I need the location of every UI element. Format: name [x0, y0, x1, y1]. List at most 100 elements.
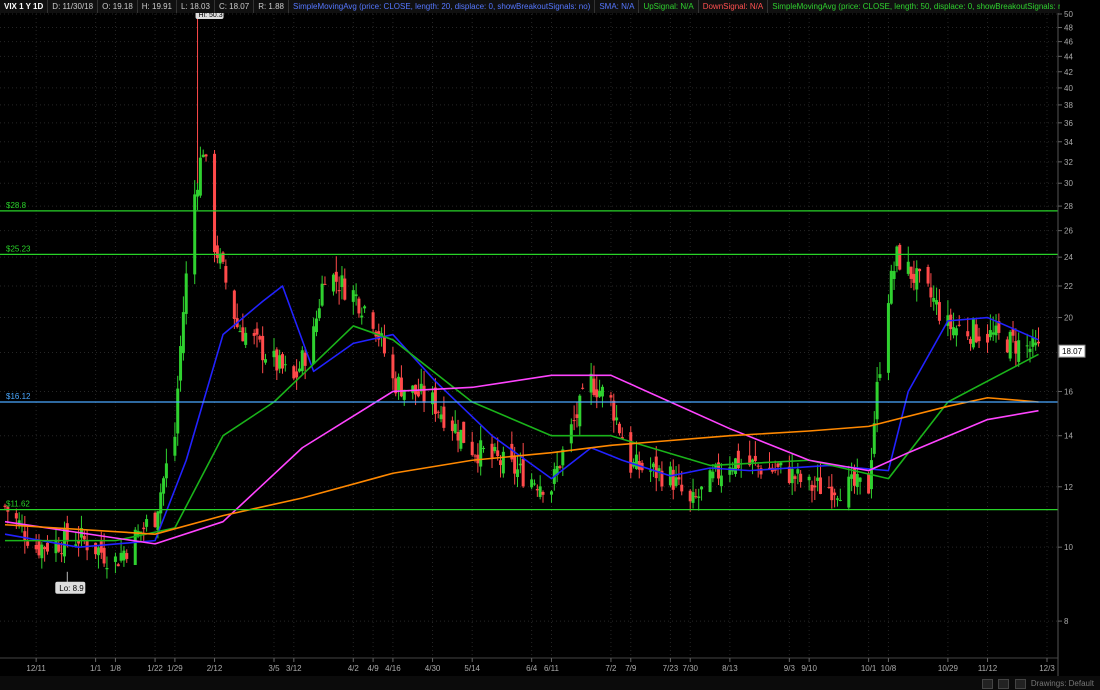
candle-body-down — [490, 443, 494, 458]
candle-body-down — [974, 324, 978, 343]
candle-body-up — [1008, 331, 1012, 359]
candle-body-up — [351, 290, 355, 302]
candle-body-up — [156, 511, 160, 531]
pencil-icon[interactable] — [982, 679, 994, 689]
candle-body-down — [926, 266, 930, 284]
candle-body-down — [153, 512, 157, 527]
symbol-label[interactable]: VIX 1 Y 1D — [0, 0, 49, 13]
candle-body-down — [399, 377, 403, 397]
candle-body-down — [813, 485, 817, 488]
candle-body-up — [615, 417, 619, 421]
candle-body-up — [886, 303, 890, 373]
chart-header: VIX 1 Y 1D D: 11/30/18 O: 19.18 H: 19.91… — [0, 0, 1060, 13]
sma50-study-label[interactable]: SimpleMovingAvg (price: CLOSE, length: 5… — [768, 0, 1060, 13]
candle-body-down — [909, 266, 913, 279]
candle-body-down — [694, 496, 698, 498]
candle-body-down — [1014, 341, 1018, 354]
candle-body-down — [949, 314, 953, 330]
candle-body-up — [314, 318, 318, 333]
candle-body-down — [23, 531, 27, 541]
candle-body-up — [530, 479, 534, 488]
drawings-selector[interactable]: Drawings: Default — [982, 679, 1094, 689]
candle-body-down — [213, 153, 217, 253]
candle-body-up — [657, 468, 661, 472]
candle-body-down — [37, 541, 41, 556]
candle-body-up — [816, 477, 820, 481]
candle-body-down — [575, 414, 579, 418]
candle-body-up — [62, 528, 66, 557]
candle-body-down — [337, 290, 341, 292]
candle-body-down — [918, 268, 922, 272]
candle-body-up — [238, 331, 242, 333]
candle-body-up — [734, 458, 738, 474]
range-label: R: 1.88 — [254, 0, 289, 13]
candle-body-up — [892, 271, 896, 280]
y-tick-label: 40 — [1064, 84, 1073, 93]
candle-body-up — [700, 486, 704, 490]
candle-body-down — [671, 469, 675, 490]
candle-body-up — [179, 346, 183, 381]
candle-body-down — [258, 336, 262, 340]
candle-body-down — [793, 476, 797, 479]
candle-body-down — [572, 420, 576, 422]
sma20-study-label[interactable]: SimpleMovingAvg (price: CLOSE, length: 2… — [289, 0, 596, 13]
hi-label: Hi: 50.3 — [199, 12, 223, 19]
candle-body-down — [535, 489, 539, 491]
candle-body-down — [275, 349, 279, 371]
candle-body-up — [935, 300, 939, 305]
candle-body-up — [317, 308, 321, 319]
y-tick-label: 34 — [1064, 138, 1073, 147]
candle-body-up — [875, 381, 879, 420]
candle-body-down — [323, 283, 327, 285]
candle-body-down — [215, 245, 219, 259]
candle-body-down — [416, 391, 420, 397]
candle-body-up — [578, 395, 582, 427]
candle-body-down — [1005, 339, 1009, 353]
candle-body-down — [799, 473, 803, 482]
candle-body-down — [969, 338, 973, 344]
candle-body-down — [116, 564, 120, 567]
candle-body-up — [96, 547, 100, 556]
candle-body-down — [473, 455, 477, 457]
candle-body-down — [295, 371, 299, 378]
candle-body-down — [255, 328, 259, 335]
candle-body-down — [280, 354, 284, 369]
candle-body-down — [929, 287, 933, 298]
magnet-icon[interactable] — [998, 679, 1010, 689]
x-tick-label: 10/29 — [938, 664, 959, 673]
candle-body-down — [609, 395, 613, 398]
candle-body-up — [532, 483, 536, 485]
candle-body-down — [499, 460, 503, 466]
candle-body-down — [462, 421, 466, 443]
x-tick-label: 10/8 — [881, 664, 897, 673]
candle-body-up — [278, 355, 282, 369]
y-tick-label: 26 — [1064, 227, 1073, 236]
y-tick-label: 42 — [1064, 68, 1073, 77]
settings-icon[interactable] — [1014, 679, 1026, 689]
candle-body-down — [34, 545, 38, 550]
candle-body-down — [433, 387, 437, 414]
candlestick-chart[interactable]: $28.8$25.23$16.12$11.62 8101214161820222… — [0, 0, 1100, 690]
x-tick-label: 3/12 — [286, 664, 302, 673]
candle-body-up — [1025, 345, 1029, 347]
drawings-label: Drawings: Default — [1030, 679, 1094, 689]
candle-body-up — [634, 454, 638, 469]
candle-body-down — [629, 432, 633, 473]
y-tick-label: 50 — [1064, 10, 1073, 19]
candle-body-down — [830, 486, 834, 501]
candle-body-up — [796, 469, 800, 474]
candle-body-up — [493, 446, 497, 452]
candle-body-up — [283, 364, 287, 366]
candle-body-up — [218, 253, 222, 264]
candle-body-down — [756, 465, 760, 467]
candle-body-up — [501, 451, 505, 474]
candle-body-up — [173, 436, 177, 456]
candle-body-down — [977, 336, 981, 342]
y-tick-label: 12 — [1064, 483, 1073, 492]
x-tick-label: 1/29 — [167, 664, 183, 673]
candle-body-up — [184, 273, 188, 314]
horizontal-line-label: $11.62 — [6, 500, 30, 509]
candle-body-down — [957, 324, 961, 326]
candle-body-down — [26, 541, 30, 546]
candle-body-up — [54, 539, 58, 554]
